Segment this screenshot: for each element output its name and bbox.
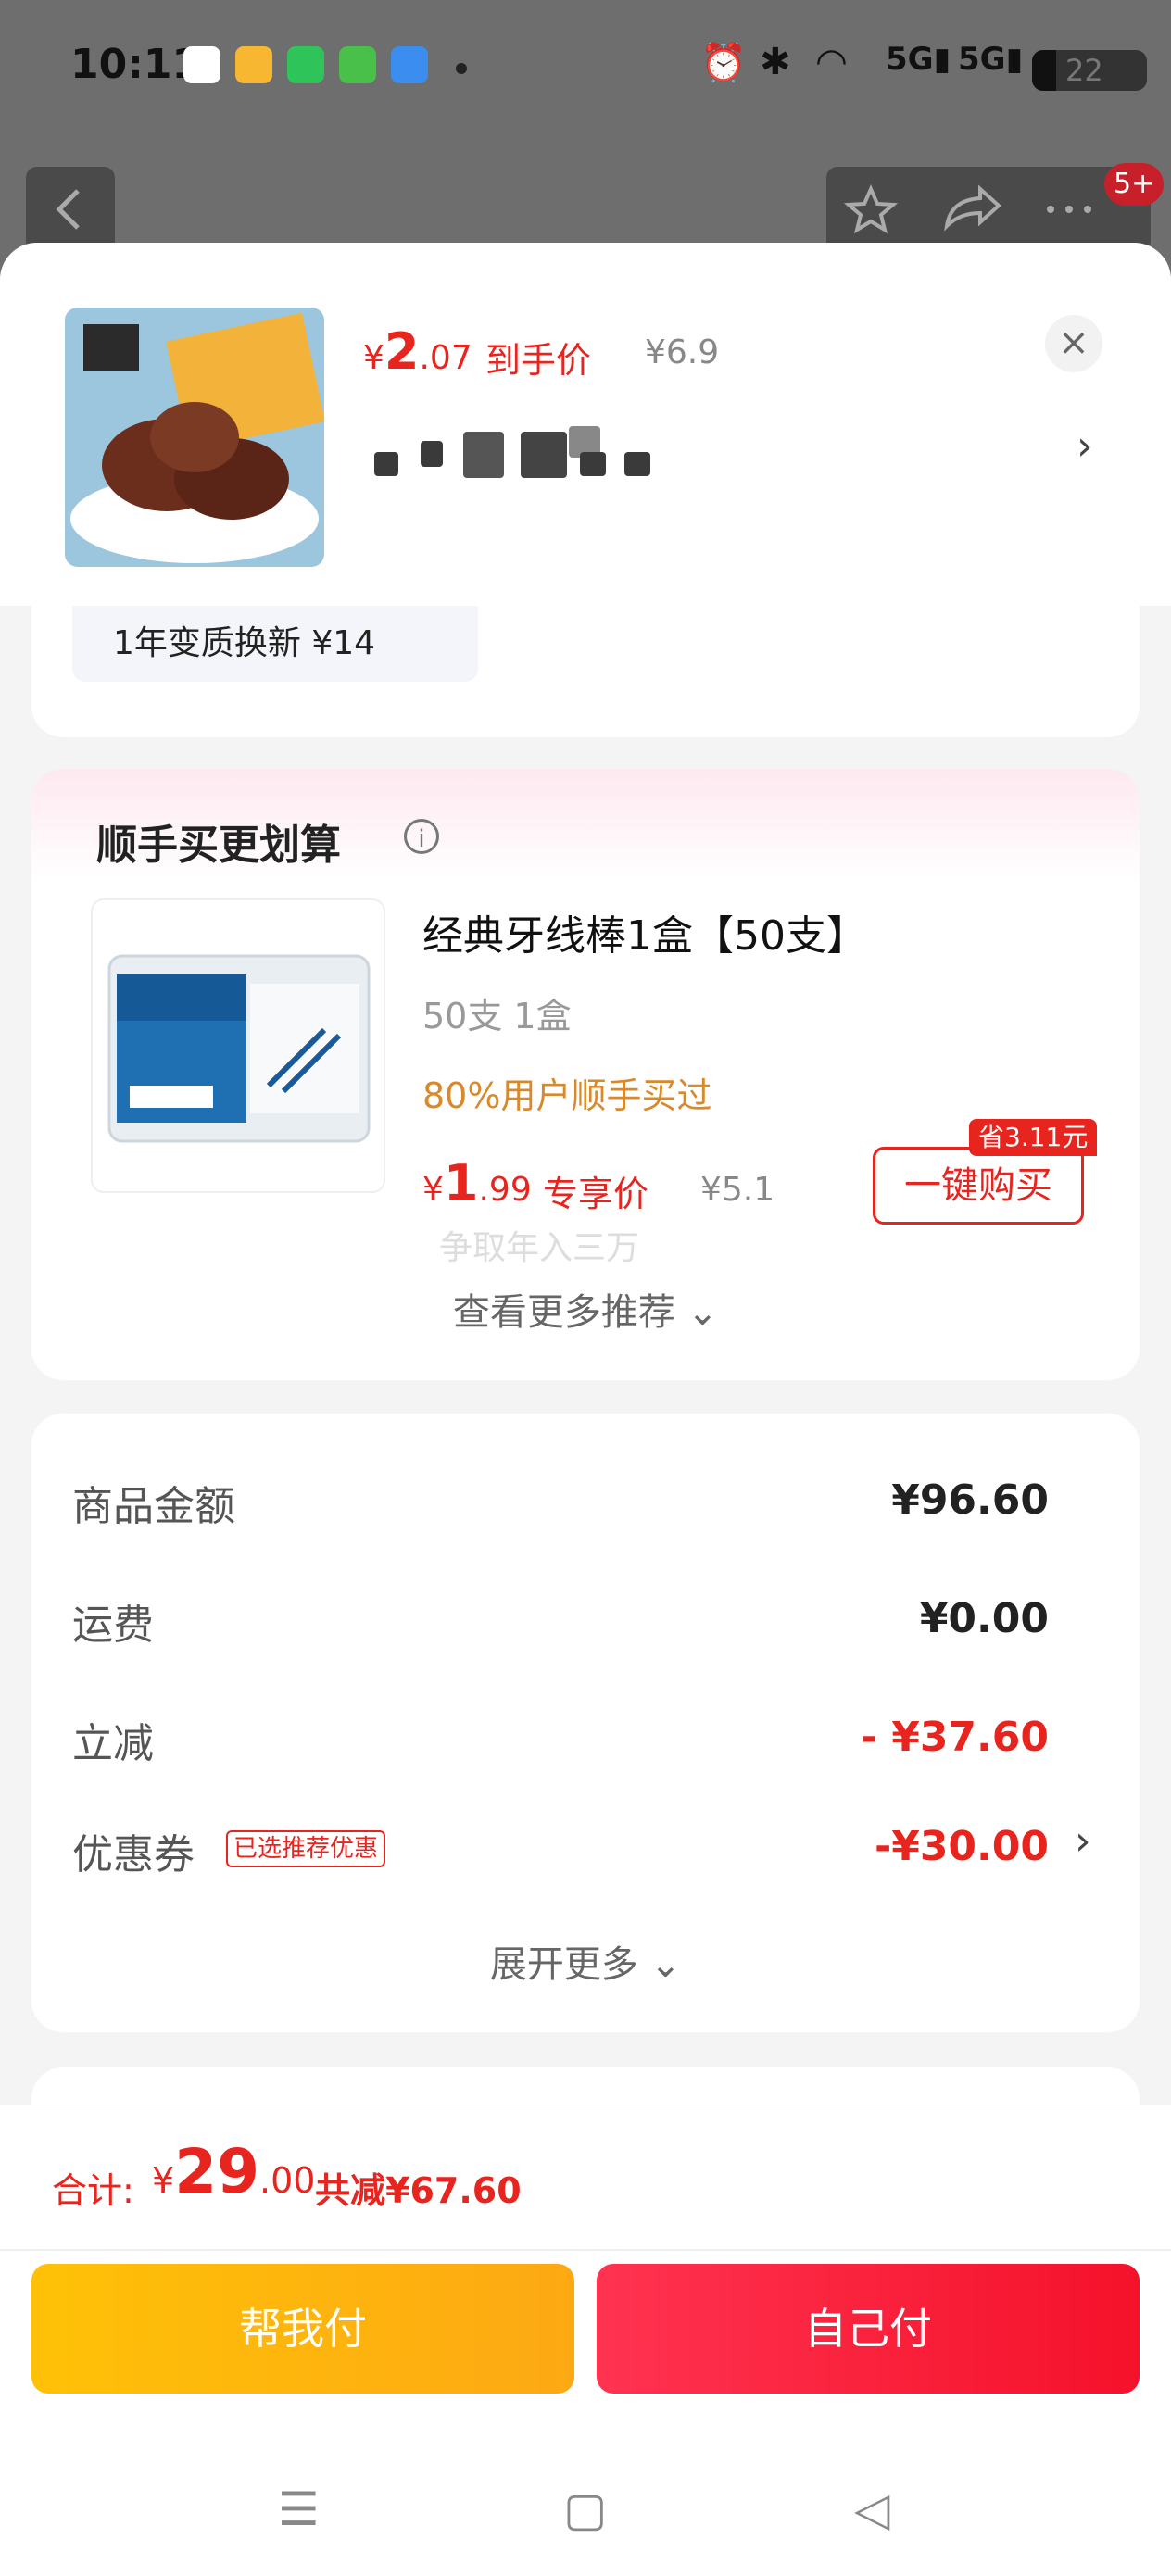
recommend-original-price: ¥5.1 xyxy=(700,1171,775,1209)
status-time: 10:11 xyxy=(70,41,201,88)
alarm-icon: ⏰ xyxy=(700,42,747,84)
warranty-option[interactable]: 1年变质换新 ¥14 xyxy=(72,606,478,682)
braised-food-image xyxy=(65,308,324,567)
star-share-more-icons xyxy=(843,184,1091,234)
one-click-buy-button[interactable]: 一键购买 xyxy=(873,1147,1084,1225)
battery-text: 22 xyxy=(1065,53,1103,88)
5g-signal-icon: 5G▮ xyxy=(958,41,1024,78)
summary-value-goods: ¥96.60 xyxy=(891,1476,1049,1524)
pay-myself-button[interactable]: 自己付 xyxy=(597,2264,1140,2394)
recommend-price: ¥1.99 xyxy=(422,1154,532,1213)
close-icon: × xyxy=(1058,321,1089,364)
summary-label-goods: 商品金额 xyxy=(72,1483,235,1530)
total-amount: ¥29.00 xyxy=(152,2136,316,2207)
social-proof-text: 80%用户顺手买过 xyxy=(422,1075,712,1116)
notification-badge: 5+ xyxy=(1104,163,1165,206)
product-thumbnail[interactable] xyxy=(65,308,324,567)
recommend-item-name[interactable]: 经典牙线棒1盒【50支】 xyxy=(422,902,867,961)
messages-icon xyxy=(287,46,324,83)
bg-action-bar xyxy=(826,167,1151,252)
back-icon[interactable]: ◁ xyxy=(854,2482,889,2536)
floss-box-image xyxy=(93,900,384,1191)
variant-chevron-icon[interactable]: › xyxy=(1077,422,1093,470)
total-reduction: 共减¥67.60 xyxy=(315,2170,522,2211)
battery-level xyxy=(1032,50,1056,91)
summary-label-coupon[interactable]: 优惠券 xyxy=(72,1821,195,1880)
recommend-item-spec: 50支 1盒 xyxy=(422,996,572,1037)
ask-friend-pay-button[interactable]: 帮我付 xyxy=(31,2264,574,2394)
slack-icon xyxy=(183,46,220,83)
weibo-icon xyxy=(235,46,272,83)
more-notifications-dot xyxy=(456,63,467,74)
summary-value-coupon[interactable]: -¥30.00 xyxy=(875,1823,1049,1870)
original-price: ¥6.9 xyxy=(645,333,720,371)
footer-divider xyxy=(0,2249,1171,2251)
recommend-item-image[interactable] xyxy=(91,898,385,1193)
exclusive-price-tag: 专享价 xyxy=(543,1174,649,1214)
faded-overlay-text: 争取年入三万 xyxy=(439,1229,640,1267)
chevron-down-icon: ⌄ xyxy=(686,1291,719,1334)
close-button[interactable]: × xyxy=(1045,315,1102,372)
menu-icon[interactable]: ☰ xyxy=(278,2482,320,2536)
back-chevron-icon xyxy=(56,189,80,230)
summary-value-shipping: ¥0.00 xyxy=(919,1595,1049,1642)
coupon-chevron-icon[interactable]: › xyxy=(1075,1817,1091,1865)
warranty-label: 1年变质换新 ¥14 xyxy=(113,624,376,662)
final-price-tag: 到手价 xyxy=(485,340,592,381)
summary-value-discount: - ¥37.60 xyxy=(860,1714,1049,1761)
coupon-recommend-tag: 已选推荐优惠 xyxy=(226,1830,386,1867)
home-icon[interactable]: ▢ xyxy=(563,2482,607,2536)
5g-signal-icon: 5G▮ xyxy=(886,41,951,78)
bluetooth-icon: ✱ xyxy=(760,41,791,83)
product-price: ¥2.07 xyxy=(363,322,472,381)
chevron-down-icon: ⌄ xyxy=(649,1943,682,1986)
product-variant-redacted[interactable] xyxy=(374,415,652,489)
savings-badge: 省3.11元 xyxy=(969,1119,1098,1156)
bg-back-button xyxy=(26,167,115,252)
green-app-icon xyxy=(339,46,376,83)
info-icon[interactable]: i xyxy=(404,819,439,854)
status-bar: 10:11 ⏰ ✱ ◠ 5G▮ 5G▮ 22 xyxy=(0,0,1171,139)
summary-label-shipping: 运费 xyxy=(72,1602,154,1649)
expand-more-link[interactable]: 展开更多 ⌄ xyxy=(0,1934,1171,1988)
recommend-title: 顺手买更划算 xyxy=(96,822,341,869)
wifi-icon: ◠ xyxy=(815,41,848,83)
total-label: 合计: xyxy=(52,2170,134,2211)
more-recommendations-link[interactable]: 查看更多推荐 ⌄ xyxy=(0,1282,1171,1336)
summary-label-discount: 立减 xyxy=(72,1720,154,1767)
blue-app-icon xyxy=(391,46,428,83)
